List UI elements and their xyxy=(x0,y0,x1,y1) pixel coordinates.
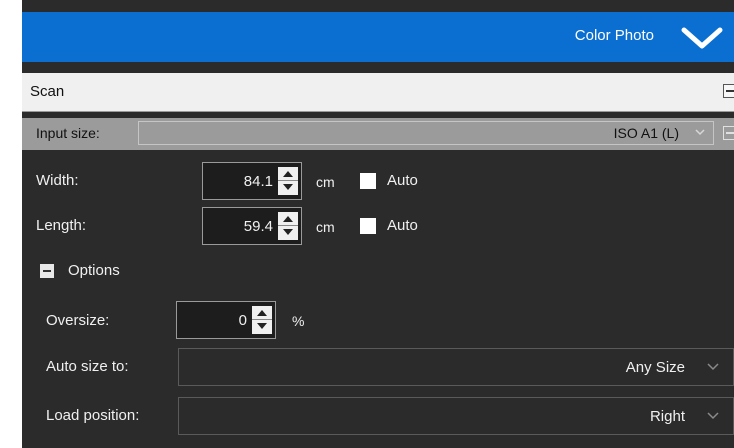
chevron-down-icon xyxy=(707,363,719,371)
scan-section-label: Scan xyxy=(30,83,65,100)
spin-down-icon[interactable] xyxy=(283,184,293,190)
oversize-unit: % xyxy=(292,313,305,329)
chevron-down-icon[interactable] xyxy=(678,22,726,52)
width-auto-label: Auto xyxy=(387,172,418,189)
width-value: 84.1 xyxy=(243,173,273,190)
input-size-select[interactable]: ISO A1 (L) xyxy=(138,121,714,145)
input-size-value: ISO A1 (L) xyxy=(613,125,679,141)
width-unit: cm xyxy=(316,174,335,190)
scan-section-header[interactable]: Scan xyxy=(22,73,734,112)
length-spin-buttons[interactable] xyxy=(278,212,298,240)
length-unit: cm xyxy=(316,219,335,235)
length-label: Length: xyxy=(36,217,87,234)
load-position-value: Right xyxy=(649,408,685,425)
length-stepper[interactable]: 59.4 xyxy=(202,207,302,245)
length-value: 59.4 xyxy=(243,218,273,235)
spin-divider xyxy=(252,319,272,320)
spin-up-icon[interactable] xyxy=(257,310,267,316)
oversize-label: Oversize: xyxy=(46,312,110,329)
oversize-stepper[interactable]: 0 xyxy=(176,301,276,339)
scanner-settings-window: Color Photo Scan Input size: ISO A1 (L) … xyxy=(0,0,734,448)
auto-size-dropdown[interactable]: Any Size xyxy=(178,348,734,386)
input-size-label: Input size: xyxy=(36,125,100,141)
oversize-spin-buttons[interactable] xyxy=(252,306,272,334)
width-auto-checkbox[interactable] xyxy=(360,173,376,189)
profile-title: Color Photo xyxy=(574,27,654,44)
spin-down-icon[interactable] xyxy=(283,229,293,235)
input-size-bar: Input size: ISO A1 (L) xyxy=(22,118,734,150)
scan-collapse-icon[interactable] xyxy=(723,84,734,98)
options-label[interactable]: Options xyxy=(68,262,120,279)
length-auto-label: Auto xyxy=(387,217,418,234)
input-size-collapse-icon[interactable] xyxy=(723,126,734,140)
collapse-icon[interactable] xyxy=(40,264,54,278)
auto-size-label: Auto size to: xyxy=(46,358,129,375)
spin-divider xyxy=(278,180,298,181)
spin-up-icon[interactable] xyxy=(283,171,293,177)
spin-up-icon[interactable] xyxy=(283,216,293,222)
spin-divider xyxy=(278,225,298,226)
profile-header[interactable]: Color Photo xyxy=(22,12,734,62)
load-position-label: Load position: xyxy=(46,407,140,424)
length-auto-checkbox[interactable] xyxy=(360,218,376,234)
chevron-down-icon xyxy=(695,129,705,136)
width-stepper[interactable]: 84.1 xyxy=(202,162,302,200)
width-spin-buttons[interactable] xyxy=(278,167,298,195)
spin-down-icon[interactable] xyxy=(257,323,267,329)
oversize-value: 0 xyxy=(238,312,247,329)
left-margin xyxy=(0,0,22,448)
load-position-dropdown[interactable]: Right xyxy=(178,397,734,435)
settings-panel: Color Photo Scan Input size: ISO A1 (L) … xyxy=(22,0,734,448)
width-label: Width: xyxy=(36,172,79,189)
chevron-down-icon xyxy=(707,412,719,420)
auto-size-value: Any Size xyxy=(625,359,685,376)
